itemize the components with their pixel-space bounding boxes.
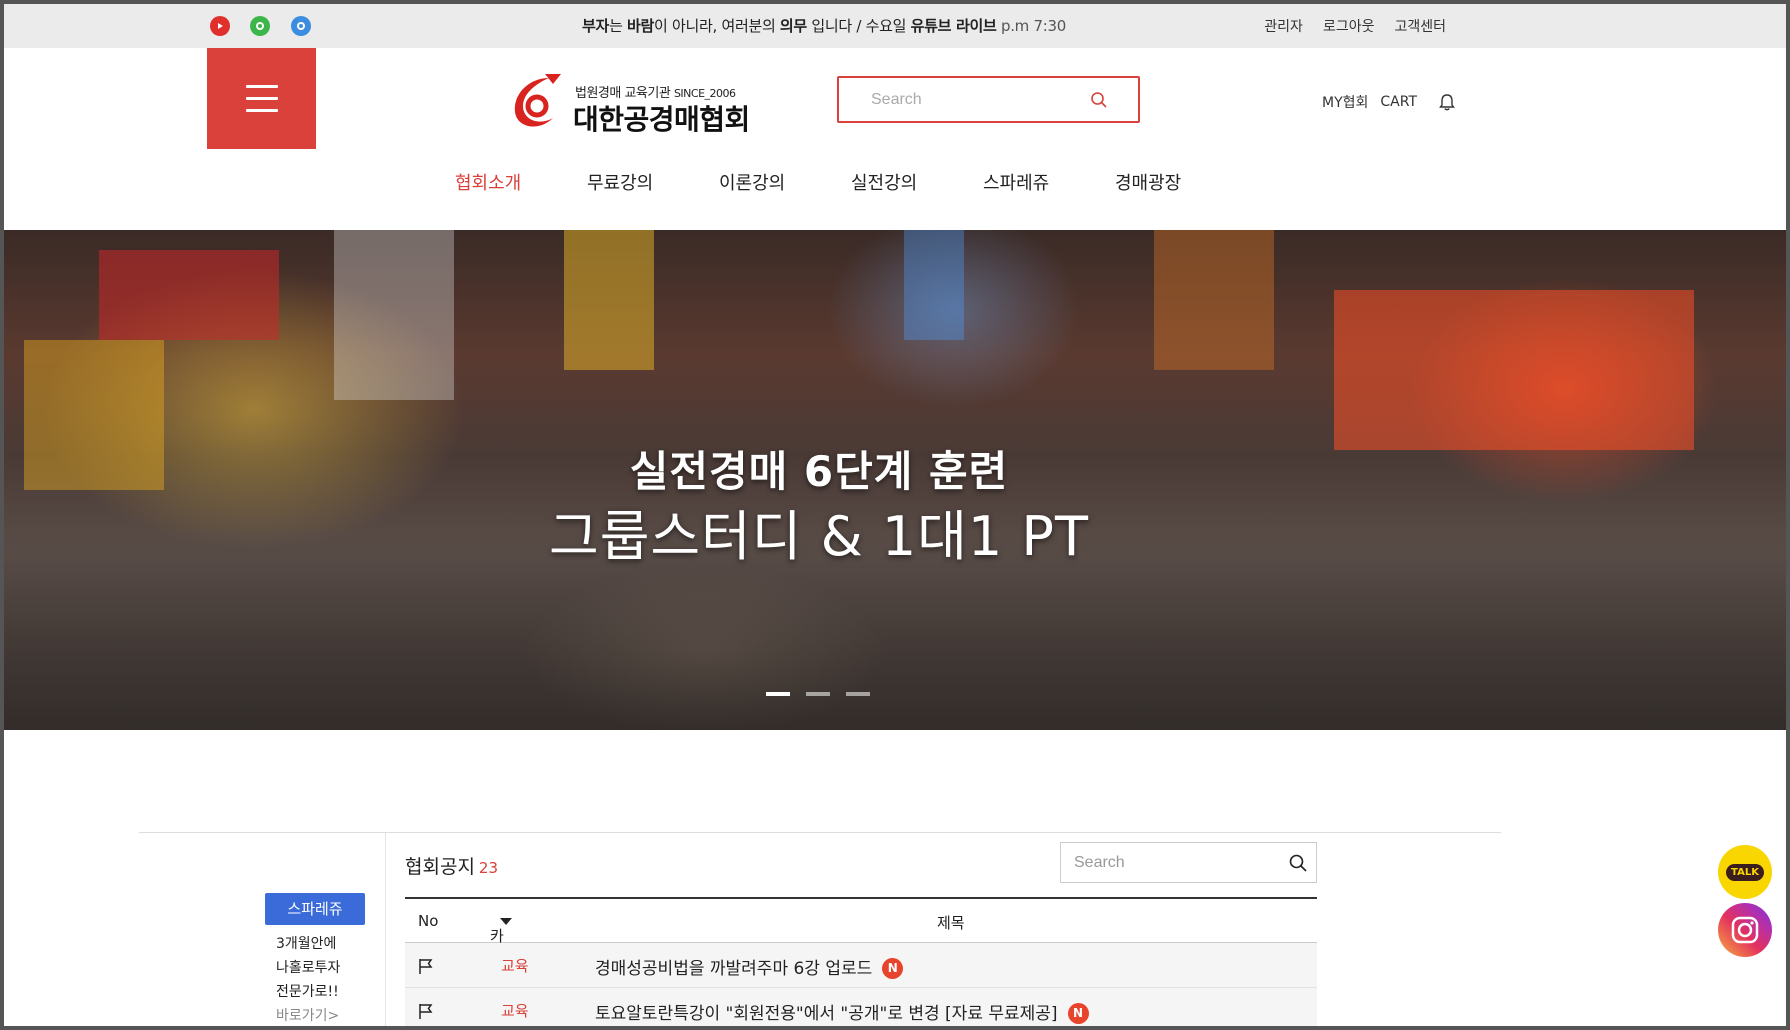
- column-no: No: [418, 912, 439, 930]
- notice-table: No 카테고리 제목 교육 경매성공비법을 까발려주마 6강 업로드 N 교육 토…: [405, 897, 1317, 1026]
- board-title: 협회공지 23: [405, 852, 498, 879]
- row-category[interactable]: 교육: [501, 955, 529, 976]
- table-row[interactable]: 교육 경매성공비법을 까발려주마 6강 업로드 N: [405, 943, 1317, 988]
- sidebar-promo: 3개월안에 나홀로투자 전문가로!! 바로가기>: [276, 932, 340, 1026]
- billboard-decoration: [1154, 230, 1274, 370]
- customer-center-link[interactable]: 고객센터: [1394, 16, 1446, 36]
- sparejeu-button[interactable]: 스파레쥬: [265, 893, 365, 925]
- hero-subheadline: 그룹스터디 & 1대1 PT: [549, 505, 1089, 568]
- board-search-input[interactable]: [1061, 843, 1271, 882]
- hero-headline: 실전경매 6단계 훈련: [629, 447, 1009, 496]
- row-category[interactable]: 교육: [501, 1000, 529, 1021]
- flag-icon: [419, 959, 433, 974]
- talk-icon: TALK: [1726, 863, 1764, 881]
- row-title-text: 경매성공비법을 까발려주마 6강 업로드: [595, 959, 873, 979]
- search-icon[interactable]: [1288, 853, 1308, 873]
- my-association-link[interactable]: MY협회: [1322, 92, 1368, 112]
- table-header: No 카테고리 제목: [405, 897, 1317, 1008]
- sidebar-divider: [385, 833, 386, 1026]
- main-nav: 협회소개 무료강의 이론강의 실전강의 스파레쥬 경매광장: [4, 169, 1786, 205]
- category-filter[interactable]: 카테고리: [490, 912, 512, 1008]
- top-links: 관리자 로그아웃 고객센터: [1264, 4, 1446, 48]
- slider-dots: [766, 692, 870, 696]
- header-search: [837, 76, 1140, 123]
- top-bar: 부자는 바람이 아니라, 여러분의 의무 입니다 / 수요일 유튜브 라이브 p…: [4, 4, 1786, 48]
- hamburger-menu-button[interactable]: [207, 48, 316, 149]
- billboard-decoration: [564, 230, 654, 370]
- instagram-button[interactable]: [1718, 903, 1772, 957]
- logout-link[interactable]: 로그아웃: [1323, 16, 1375, 36]
- nav-item-theory-lectures[interactable]: 이론강의: [719, 169, 785, 195]
- board-search: [1060, 842, 1317, 883]
- hero-banner[interactable]: 실전경매 6단계 훈련 그룹스터디 & 1대1 PT: [4, 230, 1786, 730]
- header-user-links: MY협회 CART: [1322, 92, 1455, 112]
- admin-link[interactable]: 관리자: [1264, 16, 1303, 36]
- row-title[interactable]: 토요알토란특강이 "회원전용"에서 "공개"로 변경 [자료 무료제공] N: [595, 999, 1089, 1024]
- logo-title: 대한공경매협회: [573, 103, 750, 136]
- nav-item-sparejeu[interactable]: 스파레쥬: [983, 169, 1049, 195]
- board-title-text: 협회공지: [405, 856, 475, 878]
- billboard-decoration: [334, 230, 454, 400]
- search-icon[interactable]: [1090, 91, 1108, 109]
- promo-line: 전문가로!!: [276, 984, 339, 1000]
- nav-item-auction-plaza[interactable]: 경매광장: [1115, 169, 1181, 195]
- nav-item-free-lectures[interactable]: 무료강의: [587, 169, 653, 195]
- billboard-decoration: [1334, 290, 1694, 450]
- menu-line: [245, 109, 278, 112]
- nav-item-about[interactable]: 협회소개: [455, 169, 521, 195]
- promo-line: 3개월안에: [276, 936, 337, 952]
- table-row[interactable]: 교육 토요알토란특강이 "회원전용"에서 "공개"로 변경 [자료 무료제공] N: [405, 988, 1317, 1026]
- logo-mark-icon: [514, 74, 561, 127]
- shortcut-link[interactable]: 바로가기>: [276, 1004, 340, 1026]
- instagram-icon: [1731, 916, 1759, 944]
- slider-dot[interactable]: [806, 692, 830, 696]
- slider-dot[interactable]: [766, 692, 790, 696]
- section-divider: [139, 832, 1501, 833]
- promo-line: 나홀로투자: [276, 960, 341, 976]
- new-badge: N: [882, 958, 904, 979]
- column-title: 제목: [937, 914, 965, 932]
- header-search-input[interactable]: [839, 78, 1079, 121]
- site-logo[interactable]: 법원경매 교육기관 SINCE_2006 대한공경매협회: [509, 70, 769, 136]
- flag-icon: [419, 1004, 433, 1019]
- kakao-talk-button[interactable]: TALK: [1718, 845, 1772, 899]
- board-count: 23: [478, 859, 499, 877]
- slider-dot[interactable]: [846, 692, 870, 696]
- new-badge: N: [1067, 1003, 1089, 1024]
- row-title[interactable]: 경매성공비법을 까발려주마 6강 업로드 N: [595, 954, 904, 979]
- billboard-decoration: [99, 250, 279, 340]
- billboard-decoration: [904, 230, 964, 340]
- chevron-down-icon: [500, 918, 512, 925]
- row-title-text: 토요알토란특강이 "회원전용"에서 "공개"로 변경 [자료 무료제공]: [595, 1004, 1058, 1024]
- nav-item-practical-lectures[interactable]: 실전강의: [851, 169, 917, 195]
- bell-icon[interactable]: [1439, 93, 1455, 111]
- menu-line: [245, 97, 278, 100]
- cart-link[interactable]: CART: [1380, 94, 1417, 110]
- menu-line: [245, 85, 278, 88]
